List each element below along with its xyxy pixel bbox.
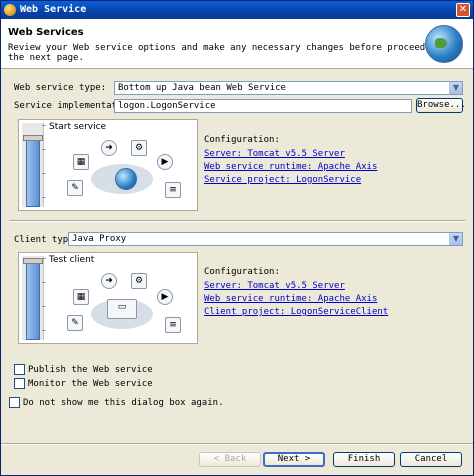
start-icon: ▶ (157, 154, 173, 170)
develop-icon: ✎ (67, 315, 83, 331)
page-title: Web Services (8, 27, 84, 38)
deploy-icon: ➜ (101, 140, 117, 156)
service-configuration-label: Configuration: (204, 135, 280, 145)
globe-icon (115, 168, 137, 190)
web-service-dialog: Web Service ✕ Web Services Review your W… (0, 0, 474, 476)
assemble-icon: ▦ (73, 289, 89, 305)
test-icon: ≡ (165, 182, 181, 198)
close-button[interactable]: ✕ (456, 3, 470, 17)
eclipse-icon (4, 4, 16, 16)
dont-show-checkbox[interactable] (9, 397, 20, 408)
assemble-icon: ▦ (73, 154, 89, 170)
service-slider-fill (26, 139, 40, 207)
finish-button[interactable]: Finish (333, 452, 395, 467)
deploy-icon: ➜ (101, 273, 117, 289)
develop-icon: ✎ (67, 180, 83, 196)
monitor-checkbox[interactable] (14, 378, 25, 389)
install-icon: ⚙ (131, 273, 147, 289)
monitor-label: Monitor the Web service (28, 379, 153, 389)
service-slider[interactable] (22, 123, 46, 207)
start-icon: ▶ (157, 289, 173, 305)
publish-label: Publish the Web service (28, 365, 153, 375)
chevron-down-icon[interactable]: ▼ (449, 82, 462, 94)
service-runtime-link[interactable]: Web service runtime: Apache Axis (204, 162, 377, 172)
wizard-header: Web Services Review your Web service opt… (1, 19, 473, 69)
slider-tick (42, 282, 46, 283)
service-slider-panel: Start service ✎ ▦ ➜ ⚙ ▶ ≡ (18, 119, 198, 211)
service-implementation-input[interactable]: logon.LogonService (114, 99, 412, 113)
client-slider-panel: Test client ▭ ✎ ▦ ➜ ⚙ ▶ ≡ (18, 252, 198, 344)
service-slider-thumb[interactable] (23, 135, 43, 141)
publish-checkbox[interactable] (14, 364, 25, 375)
dont-show-label: Do not show me this dialog box again. (23, 398, 224, 408)
service-server-link[interactable]: Server: Tomcat v5.5 Server (204, 149, 345, 159)
client-slider-fill (26, 262, 40, 340)
test-icon: ≡ (165, 317, 181, 333)
section-separator (9, 220, 465, 222)
client-project-link[interactable]: Client project: LogonServiceClient (204, 307, 388, 317)
page-description: Review your Web service options and make… (8, 43, 458, 63)
slider-tick (42, 330, 46, 331)
client-panel-title: Test client (49, 255, 95, 265)
web-service-type-value: Bottom up Java bean Web Service (118, 83, 286, 93)
slider-tick (42, 258, 46, 259)
client-slider-thumb[interactable] (23, 258, 43, 264)
client-server-link[interactable]: Server: Tomcat v5.5 Server (204, 281, 345, 291)
slider-tick (42, 173, 46, 174)
chevron-down-icon[interactable]: ▼ (449, 233, 462, 245)
client-type-select[interactable]: Java Proxy ▼ (68, 232, 463, 246)
web-service-type-label: Web service type: (14, 83, 107, 93)
slider-tick (42, 306, 46, 307)
cancel-button[interactable]: Cancel (400, 452, 462, 467)
install-icon: ⚙ (131, 140, 147, 156)
title-bar: Web Service ✕ (1, 1, 473, 19)
service-project-link[interactable]: Service project: LogonService (204, 175, 361, 185)
service-panel-title: Start service (49, 122, 107, 132)
slider-tick (42, 125, 46, 126)
client-slider[interactable] (22, 256, 46, 340)
button-bar-separator (1, 443, 473, 445)
web-service-type-select[interactable]: Bottom up Java bean Web Service ▼ (114, 81, 463, 95)
back-button[interactable]: < Back (199, 452, 261, 467)
client-type-value: Java Proxy (72, 234, 127, 244)
client-configuration-label: Configuration: (204, 267, 280, 277)
client-runtime-link[interactable]: Web service runtime: Apache Axis (204, 294, 377, 304)
slider-tick (42, 197, 46, 198)
next-button[interactable]: Next > (263, 452, 325, 467)
window-title: Web Service (20, 4, 87, 15)
web-services-globe-icon (425, 25, 463, 63)
browse-button[interactable]: Browse... (416, 98, 466, 113)
slider-tick (42, 149, 46, 150)
browser-window-icon: ▭ (107, 299, 137, 319)
